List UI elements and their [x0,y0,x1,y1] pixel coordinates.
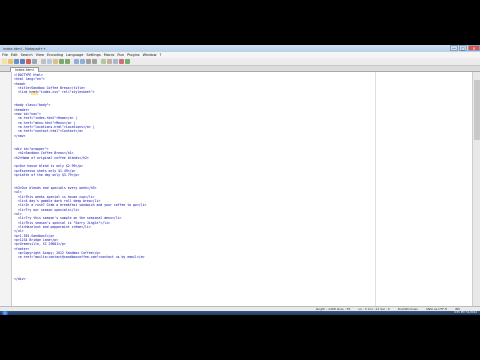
menu-item-macro[interactable]: Macro [104,53,115,57]
menu-item-plugins[interactable]: Plugins [127,53,140,57]
taskbar-clock[interactable]: 9:55 PM 7/1/2012 [454,311,477,315]
zoom-in-icon[interactable] [86,59,91,64]
close-button[interactable]: ✕ [468,45,480,51]
start-button[interactable] [2,311,8,315]
macro-record-icon[interactable] [119,59,124,64]
menu-item-file[interactable]: File [2,53,8,57]
paste-icon[interactable] [53,59,58,64]
maximize-button[interactable]: □ [459,45,467,51]
zoom-out-icon[interactable] [92,59,97,64]
taskbar: 9:55 PM 7/1/2012 [0,311,480,315]
close-icon[interactable] [26,59,31,64]
minimize-button[interactable]: — [450,45,458,51]
screen: index.html - Notepad++ — □ ✕ File Edit Sea… [0,45,480,315]
menu-item-window[interactable]: Window [143,53,157,57]
clock-date: 7/1/2012 [465,311,477,314]
window-titlebar: index.html - Notepad++ — □ ✕ [0,45,480,52]
clock-time: 9:55 PM [454,311,465,314]
menu-item-search[interactable]: Search [21,53,33,57]
menu-item-[interactable]: ? [159,53,161,57]
toolbar [0,58,480,66]
redo-icon[interactable] [65,59,70,64]
window-controls: — □ ✕ [449,45,480,52]
menu-item-view[interactable]: View [36,53,44,57]
code-content[interactable]: <!DOCTYPE html> <html lang="en"> <head> <t… [14,73,464,290]
save-all-icon[interactable] [20,59,25,64]
copy-icon[interactable] [47,59,52,64]
indent-icon[interactable] [113,59,118,64]
menu-item-edit[interactable]: Edit [11,53,18,57]
vertical-scrollbar[interactable] [472,72,480,306]
save-icon[interactable] [14,59,19,64]
scrollbar-thumb[interactable] [474,80,480,140]
menu-item-encoding[interactable]: Encoding [47,53,63,57]
line-number-gutter [0,72,12,306]
macro-play-icon[interactable] [125,59,130,64]
undo-icon[interactable] [59,59,64,64]
open-file-icon[interactable] [8,59,13,64]
window-title: index.html - Notepad++ [3,46,46,51]
menu-item-run[interactable]: Run [117,53,124,57]
code-editor[interactable]: <!DOCTYPE html> <html lang="en"> <head> <t… [0,72,472,306]
menu-item-settings[interactable]: Settings [86,53,100,57]
new-file-icon[interactable] [2,59,7,64]
replace-icon[interactable] [80,59,85,64]
code-line[interactable] [14,286,464,290]
wrap-icon[interactable] [107,59,112,64]
cut-icon[interactable] [41,59,46,64]
print-icon[interactable] [32,59,37,64]
find-icon[interactable] [74,59,79,64]
sync-icon[interactable] [101,59,106,64]
menu-item-language[interactable]: Language [66,53,83,57]
